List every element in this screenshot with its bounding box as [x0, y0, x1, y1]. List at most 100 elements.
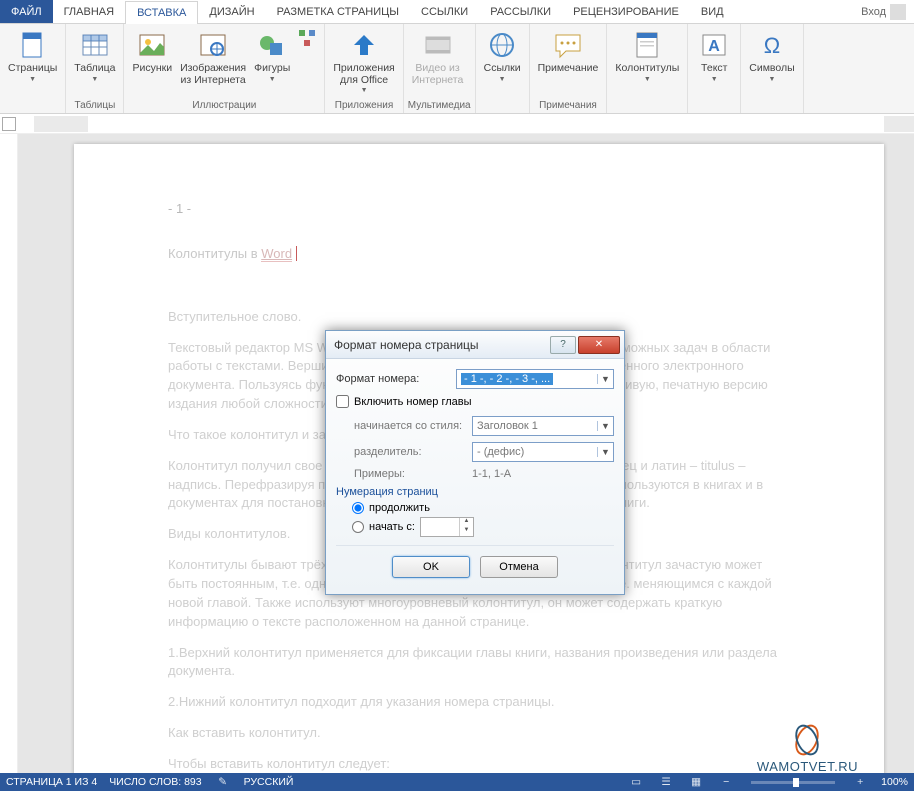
login-button[interactable]: Вход	[853, 0, 914, 23]
login-label: Вход	[861, 6, 886, 18]
pages-icon	[17, 29, 49, 61]
help-button[interactable]: ?	[550, 336, 576, 354]
text-button[interactable]: A Текст ▼	[692, 26, 736, 86]
zoom-out-icon[interactable]: −	[717, 775, 735, 789]
smartart-button[interactable]	[294, 26, 320, 52]
body-text: Как вставить колонтитул.	[168, 724, 790, 743]
chevron-down-icon: ▼	[361, 87, 368, 94]
chapter-style-value: Заголовок 1	[477, 420, 538, 432]
tab-references[interactable]: ССЫЛКИ	[410, 0, 479, 23]
links-button[interactable]: Ссылки ▼	[480, 26, 525, 86]
spin-down-icon[interactable]: ▼	[460, 527, 473, 536]
online-pictures-button[interactable]: Изображения из Интернета	[176, 26, 250, 89]
print-layout-icon[interactable]: ☰	[657, 775, 675, 789]
avatar-icon	[890, 4, 906, 20]
group-pages-label	[4, 99, 61, 113]
proofing-icon[interactable]: ✎	[214, 775, 232, 789]
separator-combo[interactable]: - (дефис) ▼	[472, 442, 614, 462]
header-footer-button[interactable]: Колонтитулы ▼	[611, 26, 683, 86]
pages-button[interactable]: Страницы ▼	[4, 26, 61, 86]
read-mode-icon[interactable]: ▭	[627, 775, 645, 789]
zoom-slider[interactable]	[751, 781, 835, 784]
comment-icon	[552, 29, 584, 61]
apps-button[interactable]: Приложения для Office ▼	[329, 26, 398, 97]
header-label: Колонтитулы	[615, 63, 679, 75]
group-links-label	[480, 99, 525, 113]
chapter-style-combo[interactable]: Заголовок 1 ▼	[472, 416, 614, 436]
spin-up-icon[interactable]: ▲	[460, 518, 473, 527]
continue-label: продолжить	[369, 502, 430, 514]
ok-button[interactable]: OK	[392, 556, 470, 578]
table-button[interactable]: Таблица ▼	[70, 26, 119, 86]
chevron-down-icon: ▼	[597, 421, 613, 431]
page-number-format-dialog: Формат номера страницы ? ✕ Формат номера…	[325, 330, 625, 595]
group-media-label: Мультимедиа	[408, 99, 471, 113]
video-icon	[422, 29, 454, 61]
svg-text:Ω: Ω	[764, 33, 780, 58]
start-at-radio[interactable]	[352, 521, 364, 533]
include-chapter-checkbox[interactable]	[336, 395, 349, 408]
ruler-scale	[34, 116, 914, 132]
tab-file[interactable]: ФАЙЛ	[0, 0, 53, 23]
chevron-down-icon: ▼	[644, 76, 651, 83]
pictures-button[interactable]: Рисунки	[128, 26, 176, 78]
smartart-icon	[298, 29, 316, 47]
text-icon: A	[698, 29, 730, 61]
symbols-label: Символы	[749, 63, 794, 75]
tab-insert[interactable]: ВСТАВКА	[125, 1, 198, 24]
style-label: начинается со стиля:	[354, 420, 466, 432]
online-video-button[interactable]: Видео из Интернета	[408, 26, 468, 89]
tab-view[interactable]: ВИД	[690, 0, 735, 23]
tab-mailings[interactable]: РАССЫЛКИ	[479, 0, 562, 23]
close-button[interactable]: ✕	[578, 336, 620, 354]
tab-layout[interactable]: РАЗМЕТКА СТРАНИЦЫ	[266, 0, 410, 23]
chevron-down-icon: ▼	[499, 76, 506, 83]
status-page[interactable]: СТРАНИЦА 1 ИЗ 4	[6, 776, 97, 788]
status-bar: СТРАНИЦА 1 ИЗ 4 ЧИСЛО СЛОВ: 893 ✎ РУССКИ…	[0, 773, 914, 791]
svg-text:A: A	[708, 38, 720, 55]
comment-button[interactable]: Примечание	[534, 26, 603, 78]
chevron-down-icon: ▼	[91, 76, 98, 83]
status-language[interactable]: РУССКИЙ	[244, 776, 294, 788]
chevron-down-icon: ▼	[711, 76, 718, 83]
cancel-button[interactable]: Отмена	[480, 556, 558, 578]
include-chapter-label: Включить номер главы	[354, 396, 472, 408]
zoom-value[interactable]: 100%	[881, 776, 908, 788]
chevron-down-icon: ▼	[597, 374, 613, 384]
apps-label: Приложения для Office	[333, 63, 394, 86]
shapes-icon	[256, 29, 288, 61]
status-words[interactable]: ЧИСЛО СЛОВ: 893	[109, 776, 201, 788]
video-label: Видео из Интернета	[412, 63, 464, 86]
tab-review[interactable]: РЕЦЕНЗИРОВАНИЕ	[562, 0, 690, 23]
page-number: - 1 -	[168, 200, 790, 219]
examples-label: Примеры:	[354, 468, 466, 480]
body-text: Чтобы вставить колонтитул следует:	[168, 755, 790, 773]
vertical-ruler[interactable]	[0, 134, 18, 773]
comment-label: Примечание	[538, 63, 599, 75]
tab-design[interactable]: ДИЗАЙН	[198, 0, 265, 23]
online-pictures-icon	[197, 29, 229, 61]
body-text: 2.Нижний колонтитул подходит для указани…	[168, 693, 790, 712]
table-label: Таблица	[74, 63, 115, 75]
web-layout-icon[interactable]: ▦	[687, 775, 705, 789]
group-illustrations-label: Иллюстрации	[128, 99, 320, 113]
horizontal-ruler[interactable]	[0, 114, 914, 134]
continue-radio[interactable]	[352, 502, 364, 514]
dialog-title: Формат номера страницы	[334, 338, 548, 352]
pages-label: Страницы	[8, 63, 57, 75]
zoom-in-icon[interactable]: +	[851, 775, 869, 789]
number-format-combo[interactable]: - 1 -, - 2 -, - 3 -, ... ▼	[456, 369, 614, 389]
symbols-button[interactable]: Ω Символы ▼	[745, 26, 798, 86]
ruler-corner[interactable]	[2, 117, 16, 131]
number-format-value: - 1 -, - 2 -, - 3 -, ...	[461, 373, 553, 385]
start-at-spinner[interactable]: ▲▼	[420, 517, 474, 537]
tab-home[interactable]: ГЛАВНАЯ	[53, 0, 125, 23]
dialog-titlebar[interactable]: Формат номера страницы ? ✕	[326, 331, 624, 359]
links-icon	[486, 29, 518, 61]
online-pictures-label: Изображения из Интернета	[180, 63, 246, 86]
shapes-button[interactable]: Фигуры ▼	[250, 26, 294, 86]
pictures-icon	[136, 29, 168, 61]
group-symbols-label	[745, 99, 798, 113]
chevron-down-icon: ▼	[769, 76, 776, 83]
group-header-label	[611, 99, 683, 113]
